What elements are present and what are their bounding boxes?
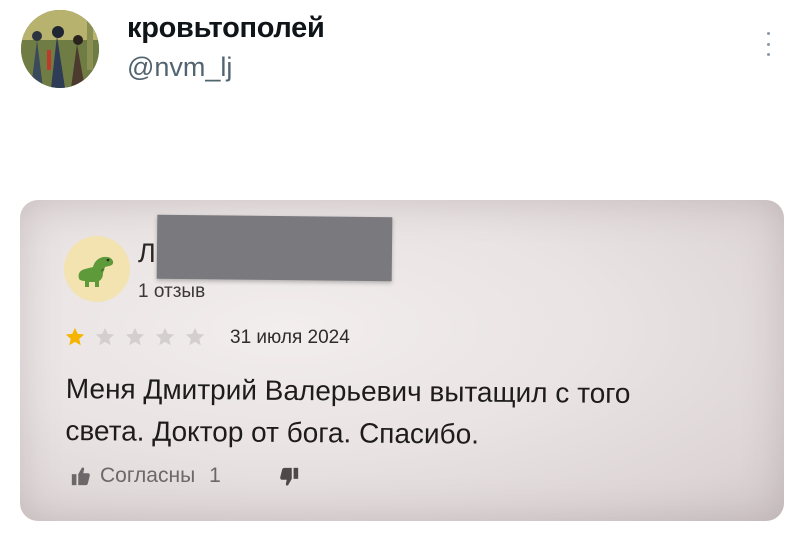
star-empty-icon	[125, 327, 145, 346]
disagree-button[interactable]	[278, 466, 300, 493]
review-text: Меня Дмитрий Валерьевич вытащил с того с…	[65, 368, 726, 458]
review-text-line: Меня Дмитрий Валерьевич вытащил с того	[65, 372, 631, 409]
thumbs-down-icon	[280, 467, 299, 486]
user-handle[interactable]: @nvm_lj	[127, 52, 232, 83]
star-empty-icon	[95, 327, 115, 346]
dot	[766, 53, 770, 56]
reviewer-name: Л	[138, 238, 156, 268]
dot	[766, 42, 770, 46]
agree-button[interactable]: Согласны 1	[70, 464, 221, 488]
redaction-block	[156, 214, 393, 282]
agree-label: Согласны	[100, 464, 196, 487]
star-empty-icon	[155, 327, 175, 346]
dinosaur-icon	[78, 256, 114, 287]
display-name[interactable]: кровьтополей	[127, 12, 325, 45]
star-empty-icon	[185, 327, 205, 346]
review-date: 31 июля 2024	[230, 327, 350, 348]
review-count: 1 отзыв	[138, 281, 206, 302]
dot	[766, 32, 770, 35]
star-filled-icon	[65, 327, 85, 346]
star-rating	[64, 326, 206, 348]
agree-count: 1	[209, 464, 221, 487]
more-options-button[interactable]	[757, 30, 779, 58]
thumbs-up-icon	[71, 467, 90, 486]
avatar[interactable]	[21, 10, 99, 88]
review-text-line: света. Доктор от бога. Спасибо.	[65, 414, 480, 450]
attached-photo[interactable]: Л 1 отзыв 31 июля 2024 Меня Дмитрий Вале…	[20, 200, 784, 521]
reviewer-avatar	[64, 236, 130, 302]
avatar-painting-icon	[21, 10, 99, 88]
